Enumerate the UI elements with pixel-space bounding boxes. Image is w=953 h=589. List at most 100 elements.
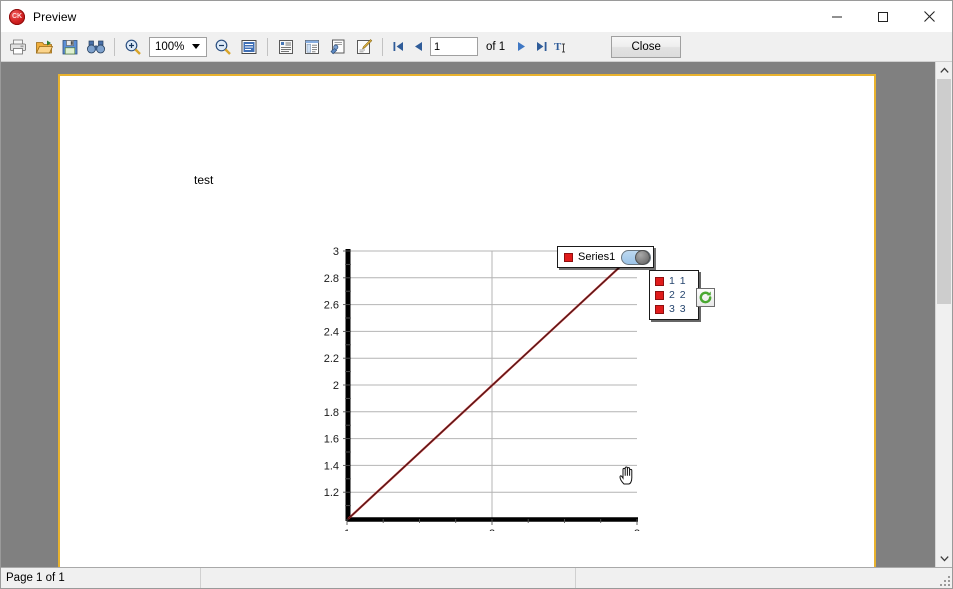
ck-logo-icon [9,8,25,25]
last-page-button[interactable] [531,36,551,58]
close-button[interactable]: Close [611,35,682,58]
svg-text:1: 1 [344,528,350,531]
toolbar-separator [114,37,115,56]
skip-to-first-icon [393,42,403,51]
line-chart: 3 2.8 2.6 2.4 2.2 2 1.8 1.6 1.4 1.2 [259,231,679,531]
find-button[interactable] [84,35,108,59]
pan-hand-cursor [618,464,638,486]
scroll-up-button[interactable] [936,62,952,79]
series-visibility-toggle[interactable] [621,249,652,265]
scrollbar-track[interactable] [936,79,952,550]
legend-color-swatch [655,304,664,314]
previous-page-button[interactable] [408,36,428,58]
legend-color-swatch [564,252,573,262]
first-page-button[interactable] [388,36,408,58]
toolbar-separator [267,37,268,56]
list-item-label: 2 2 [669,289,687,301]
page-setup-icon [330,39,345,54]
legend-color-swatch [655,290,664,300]
chart-legend-box[interactable]: Series1 [557,246,655,268]
content-area: test 3 2.8 2.6 2.4 2.2 2 1.8 1.6 1.4 1.2… [1,62,952,567]
toolbar: 100% 1 of 1 T Close [1,32,952,62]
zoom-level-value: 100% [155,40,185,53]
list-item-label: 1 1 [669,275,687,287]
svg-text:1.4: 1.4 [324,460,339,472]
page-count-label: of 1 [486,40,506,53]
maximize-icon[interactable] [860,1,906,32]
svg-text:2: 2 [489,528,495,531]
zoom-out-button[interactable] [211,35,235,59]
list-item[interactable]: 2 2 [653,288,695,302]
one-page-button[interactable] [274,35,298,59]
status-panel-2 [201,568,576,588]
svg-text:2.4: 2.4 [324,326,339,338]
scrollbar-thumb[interactable] [937,79,951,304]
toolbar-separator [382,37,383,56]
y-tick-labels: 3 2.8 2.6 2.4 2.2 2 1.8 1.6 1.4 1.2 [324,246,339,499]
page-title: test [194,173,214,187]
floppy-disk-icon [62,39,78,54]
two-page-button[interactable] [300,35,324,59]
svg-text:3: 3 [634,528,640,531]
open-folder-icon [35,40,53,53]
window-title: Preview [33,9,77,24]
chevron-up-icon [939,67,949,73]
chart-svg: 3 2.8 2.6 2.4 2.2 2 1.8 1.6 1.4 1.2 [324,246,640,531]
svg-text:3: 3 [333,246,339,258]
svg-text:2: 2 [333,380,339,392]
skip-to-last-icon [536,42,547,51]
edit-button[interactable] [352,35,376,59]
preview-surface[interactable]: test 3 2.8 2.6 2.4 2.2 2 1.8 1.6 1.4 1.2… [1,62,935,567]
vertical-scrollbar[interactable] [935,62,952,567]
scroll-down-button[interactable] [936,550,952,567]
status-bar: Page 1 of 1 [1,567,952,588]
next-page-button[interactable] [511,36,531,58]
x-tick-labels: 1 2 3 [344,528,640,531]
binoculars-icon [87,40,105,53]
chevron-down-icon [939,556,949,562]
list-item-label: 3 3 [669,303,687,315]
save-button[interactable] [58,35,82,59]
resize-grip-icon[interactable] [939,575,950,586]
previous-page-icon [414,42,422,51]
status-page-panel: Page 1 of 1 [1,568,201,588]
document-page: test 3 2.8 2.6 2.4 2.2 2 1.8 1.6 1.4 1.2… [58,74,876,567]
svg-text:1.8: 1.8 [324,407,339,419]
refresh-button[interactable] [696,288,715,307]
svg-text:1.6: 1.6 [324,434,339,446]
chevron-down-icon[interactable] [192,44,200,49]
svg-text:2.6: 2.6 [324,300,339,312]
next-page-icon [517,42,525,51]
print-button[interactable] [6,35,30,59]
svg-text:1.2: 1.2 [324,487,339,499]
text-select-button[interactable]: T [551,36,571,58]
legend-series-label: Series1 [578,251,616,263]
list-item[interactable]: 3 3 [653,302,695,316]
svg-text:2.2: 2.2 [324,353,339,365]
preview-window: Preview [0,0,953,589]
legend-dropdown-list[interactable]: 1 1 2 2 3 3 [649,270,699,320]
svg-text:T: T [554,41,562,53]
two-page-icon [305,39,319,54]
printer-icon [10,39,26,54]
page-number-input[interactable] [430,37,478,56]
minimize-icon[interactable] [814,1,860,32]
fit-page-button[interactable] [237,35,261,59]
page-setup-button[interactable] [326,35,350,59]
svg-text:2.8: 2.8 [324,273,339,285]
refresh-arrow-icon [699,291,712,304]
status-panel-3 [576,568,952,588]
magnifier-minus-icon [215,39,231,55]
zoom-in-button[interactable] [121,35,145,59]
zoom-level-combobox[interactable]: 100% [149,36,207,57]
magnifier-plus-icon [125,39,141,55]
close-icon[interactable] [906,1,952,32]
single-page-icon [279,39,293,54]
open-button[interactable] [32,35,56,59]
text-select-icon: T [554,41,566,53]
list-item[interactable]: 1 1 [653,274,695,288]
window-controls [814,1,952,32]
legend-color-swatch [655,276,664,286]
title-bar: Preview [1,1,952,32]
fit-page-icon [241,39,257,54]
